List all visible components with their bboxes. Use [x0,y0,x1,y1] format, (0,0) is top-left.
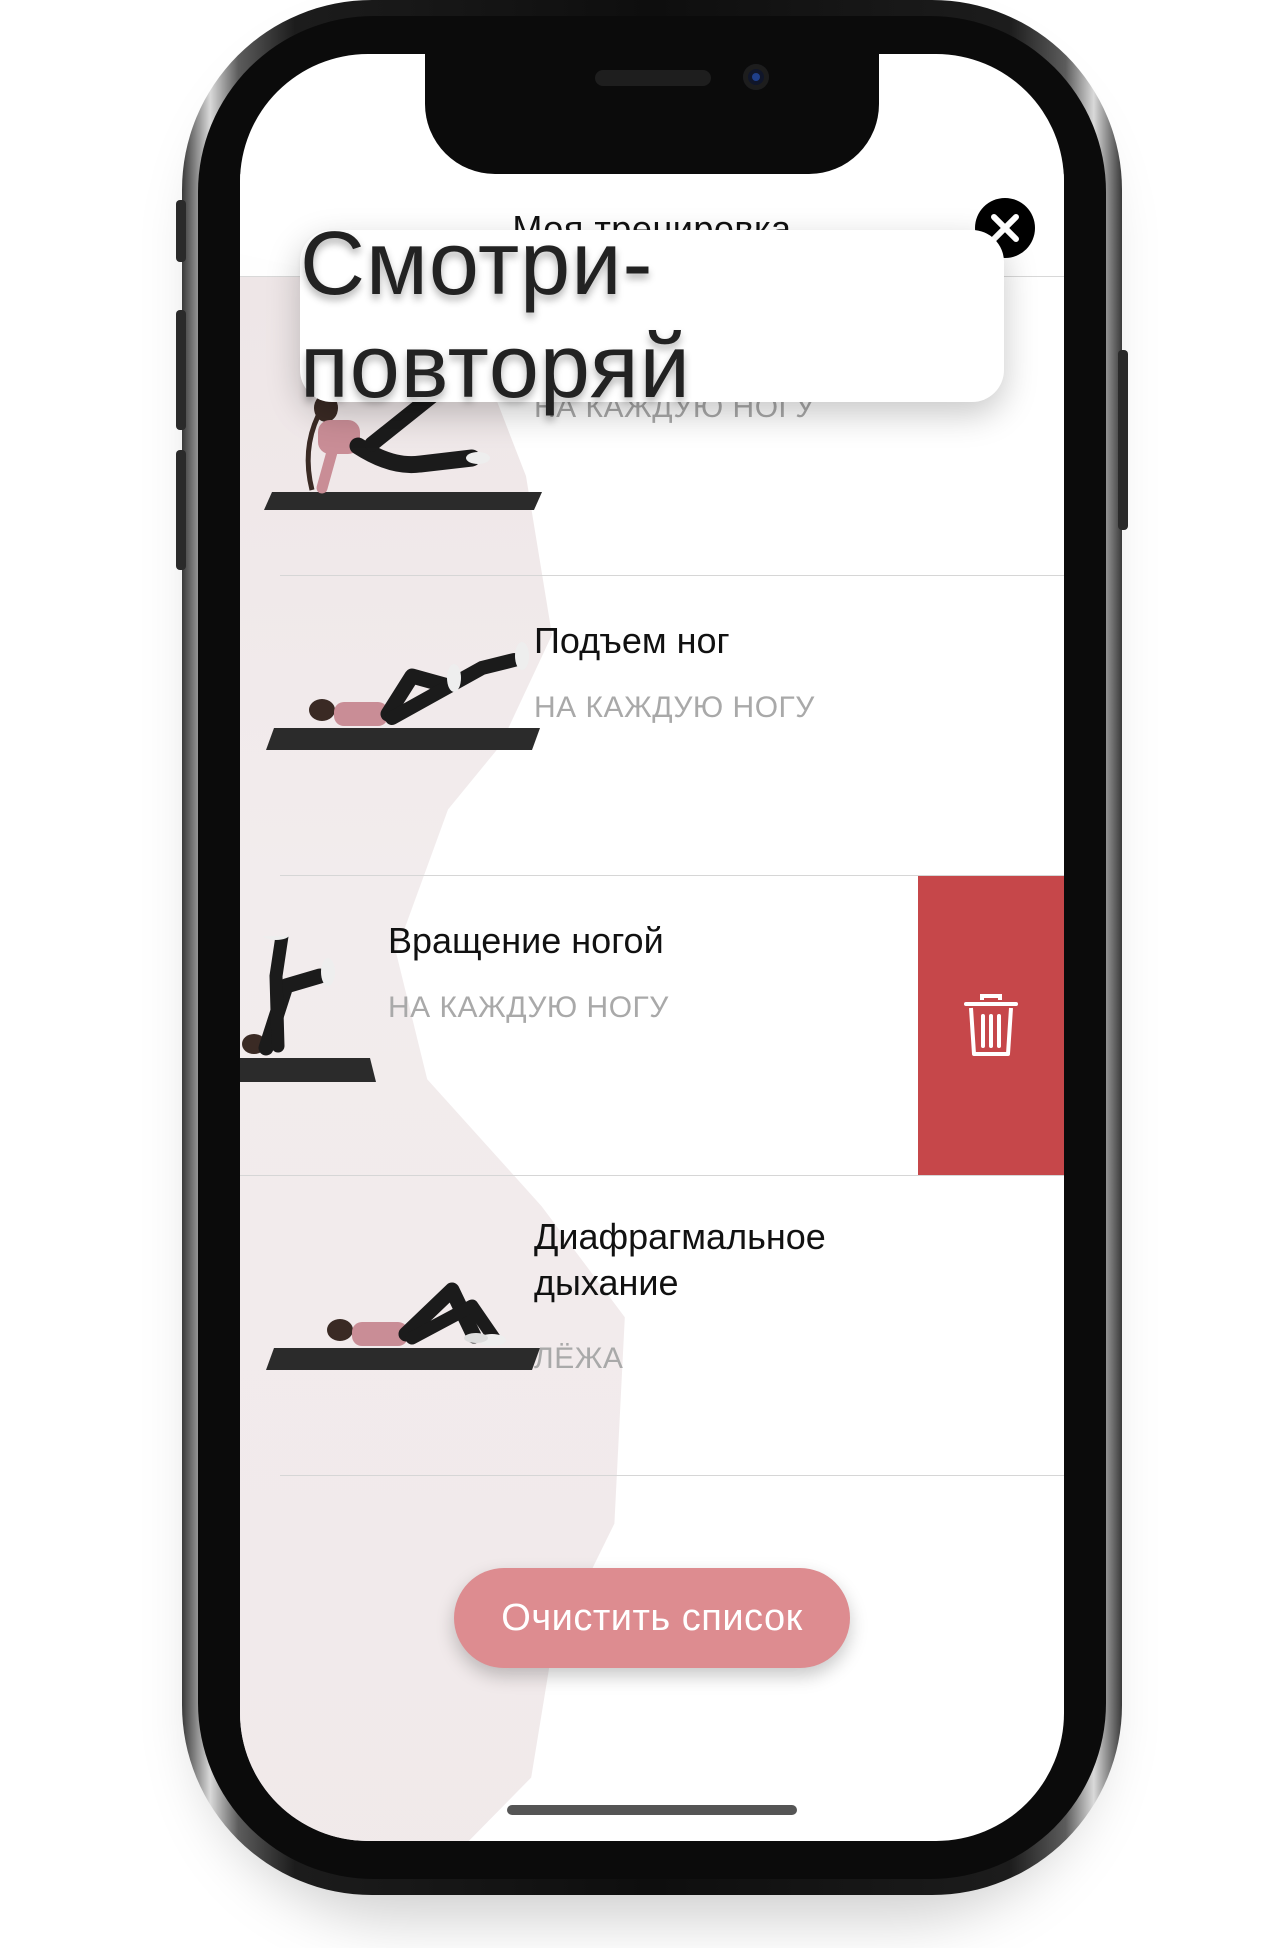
phone-screen: НА КАЖДУЮ НОГУ Подъем ног НА КАЖДУЮ НОГУ… [240,54,1064,1841]
power-button [1118,350,1128,530]
exercise-title: Подъем ног [534,620,730,661]
home-indicator[interactable] [507,1805,797,1815]
exercise-row[interactable]: Диафрагмальное дыхание ЛЁЖА [240,1176,1064,1476]
row-divider [280,1475,1064,1476]
exercise-title: Вращение ногой [388,920,664,961]
promo-banner: Смотри-повторяй [300,214,1004,417]
exercise-subtitle: ЛЁЖА [534,1342,624,1375]
exercise-thumbnail [266,1282,540,1370]
banner-text: Смотри-повторяй [300,214,691,417]
exercise-thumbnail [266,642,540,750]
exercise-row[interactable]: Подъем ног НА КАЖДУЮ НОГУ [240,576,1064,876]
exercise-title: Диафрагмальное дыхание [534,1216,826,1303]
volume-up-button [176,310,186,430]
mute-switch [176,200,186,262]
notch [425,54,879,174]
clear-list-button[interactable]: Очистить список [454,1568,850,1668]
delete-button[interactable] [918,876,1064,1176]
exercise-subtitle: НА КАЖДУЮ НОГУ [534,691,815,724]
front-camera [743,64,769,90]
exercise-row-swiped[interactable]: Вращение ногой НА КАЖДУЮ НОГУ [240,876,1064,1176]
speaker-grille [595,70,711,86]
trash-icon [964,994,1018,1056]
volume-down-button [176,450,186,570]
exercise-subtitle: НА КАЖДУЮ НОГУ [388,991,669,1024]
